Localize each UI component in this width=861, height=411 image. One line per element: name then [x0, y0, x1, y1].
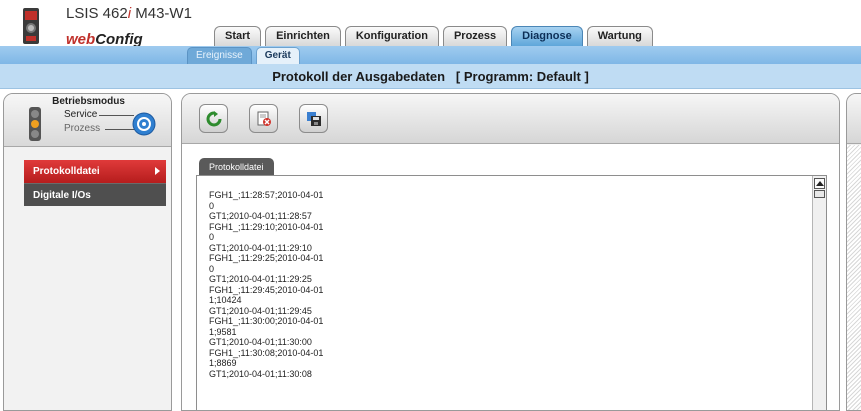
- log-line: 0: [209, 232, 215, 242]
- log-line: FGH1_;11:28:57;2010-04-01: [209, 190, 324, 200]
- tab-einrichten[interactable]: Einrichten: [265, 26, 341, 46]
- subtab-geraet[interactable]: Gerät: [255, 47, 300, 64]
- log-line: 1;8869: [209, 358, 237, 368]
- log-line: GT1;2010-04-01;11:30:08: [209, 368, 312, 379]
- log-line: 1;9581: [209, 326, 237, 337]
- mode-process-label: Prozess: [64, 123, 101, 134]
- log-line: FGH1_;11:30:08;2010-04-01: [209, 347, 324, 358]
- nav-item-digitale-ios[interactable]: Digitale I/Os: [24, 183, 166, 206]
- mode-service-line: [99, 115, 134, 116]
- title-bar: Protokoll der Ausgabedaten [ Programm: D…: [0, 64, 861, 89]
- log-line: FGH1_;11:30:00;2010-04-01: [209, 316, 324, 326]
- mode-process-line: [105, 129, 135, 130]
- log-line: GT1;2010-04-01;11:29:10: [209, 242, 312, 253]
- subtab-ereignisse[interactable]: Ereignisse: [187, 47, 252, 64]
- tab-wartung[interactable]: Wartung: [586, 26, 653, 46]
- log-line: GT1;2010-04-01;11:29:45: [209, 305, 312, 316]
- main-panel: Protokolldatei FGH1_;11:28:57;2010-04-01…: [181, 93, 840, 411]
- right-panel-header: [847, 94, 861, 144]
- log-line: 0: [209, 200, 215, 211]
- tab-prozess[interactable]: Prozess: [442, 26, 508, 46]
- log-line: 1;10424: [209, 295, 242, 305]
- log-line: FGH1_;11:29:45;2010-04-01: [209, 284, 324, 295]
- refresh-icon: [206, 111, 222, 127]
- sub-tabs: Ereignisse Gerät: [187, 47, 300, 64]
- operating-mode-box: Betriebsmodus Service Prozess: [4, 94, 171, 147]
- tab-protokolldatei[interactable]: Protokolldatei: [199, 158, 274, 176]
- side-nav: Protokolldatei Digitale I/Os: [24, 160, 166, 206]
- scroll-up-icon[interactable]: [814, 178, 825, 189]
- save-button[interactable]: [299, 104, 328, 133]
- page-title: Protokoll der Ausgabedaten [ Programm: D…: [272, 69, 589, 84]
- log-line: FGH1_;11:29:10;2010-04-01: [209, 221, 324, 232]
- left-panel: Betriebsmodus Service Prozess Protokolld…: [3, 93, 172, 411]
- save-icon: [307, 112, 321, 126]
- refresh-button[interactable]: [199, 104, 228, 133]
- log-line: GT1;2010-04-01;11:29:25: [209, 274, 312, 284]
- operating-mode-title: Betriebsmodus: [52, 96, 125, 107]
- main-tabs: Start Einrichten Konfiguration Prozess D…: [214, 26, 653, 46]
- device-name: LSIS 462i M43-W1: [66, 5, 192, 22]
- nav-item-label: Digitale I/Os: [33, 190, 91, 201]
- tab-konfiguration[interactable]: Konfiguration: [344, 26, 439, 46]
- toolbar: [182, 94, 839, 144]
- log-content: FGH1_;11:28:57;2010-04-01 0 GT1;2010-04-…: [209, 190, 799, 379]
- tab-start[interactable]: Start: [214, 26, 262, 46]
- log-line: GT1;2010-04-01;11:30:00: [209, 337, 312, 347]
- right-panel-body: [847, 145, 861, 410]
- nav-item-protokolldatei[interactable]: Protokolldatei: [24, 160, 166, 183]
- log-line: FGH1_;11:29:25;2010-04-01: [209, 253, 324, 263]
- nav-item-label: Protokolldatei: [33, 166, 100, 177]
- chevron-right-icon: [155, 167, 160, 175]
- log-line: 0: [209, 263, 215, 274]
- traffic-light-icon: [29, 107, 41, 141]
- log-scrollbar[interactable]: [812, 176, 826, 410]
- right-panel: [846, 93, 861, 411]
- delete-log-icon: [257, 111, 271, 126]
- device-logo-icon: [23, 8, 39, 44]
- mode-service-label: Service: [64, 109, 98, 120]
- mode-switch-icon[interactable]: [132, 112, 156, 136]
- delete-log-button[interactable]: [249, 104, 278, 133]
- scroll-thumb[interactable]: [814, 190, 825, 198]
- tab-diagnose[interactable]: Diagnose: [511, 26, 583, 46]
- log-file-view[interactable]: FGH1_;11:28:57;2010-04-01 0 GT1;2010-04-…: [196, 175, 827, 410]
- log-line: GT1;2010-04-01;11:28:57: [209, 211, 312, 221]
- subtab-bar: [0, 46, 861, 64]
